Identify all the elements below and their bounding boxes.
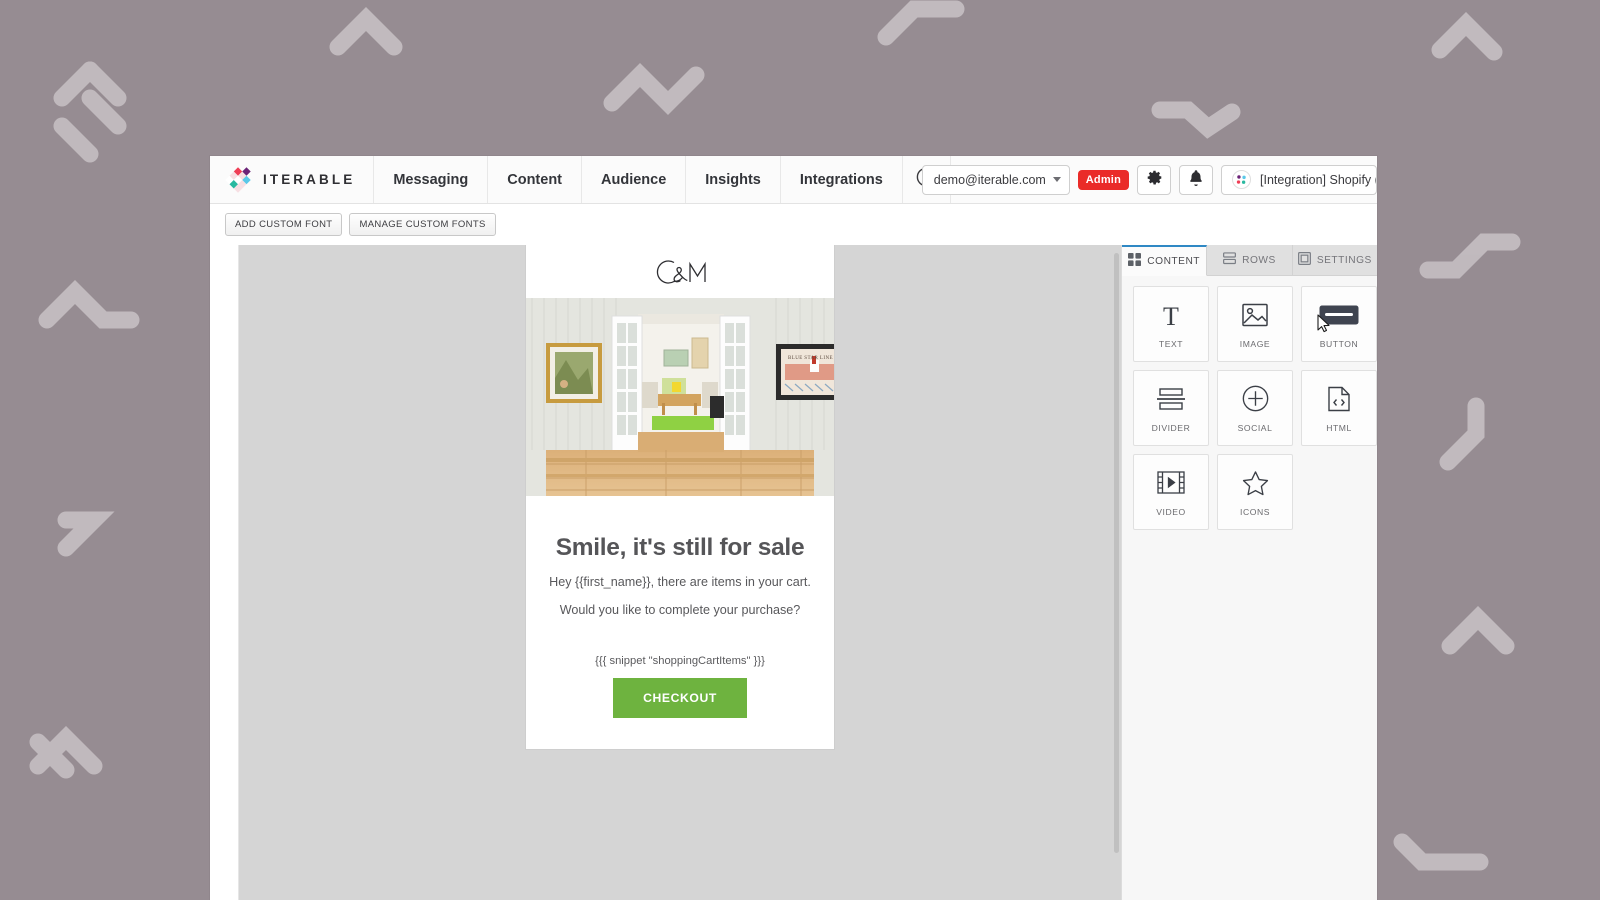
content-tile-grid: T TEXT IMAGE BUTTON DIVIDER SOCIAL HTML … bbox=[1122, 276, 1377, 530]
app-window: ITERABLE Messaging Content Audience Insi… bbox=[210, 156, 1377, 900]
tile-text[interactable]: T TEXT bbox=[1133, 286, 1209, 362]
video-film-icon bbox=[1157, 468, 1185, 498]
tile-image-label: IMAGE bbox=[1239, 338, 1271, 349]
account-select-value: demo@iterable.com bbox=[933, 172, 1046, 187]
tile-icons[interactable]: ICONS bbox=[1217, 454, 1293, 530]
iterable-diamond-logo-icon bbox=[224, 166, 252, 194]
email-paragraph-1[interactable]: Hey {{first_name}}, there are items in y… bbox=[546, 574, 814, 591]
tile-image[interactable]: IMAGE bbox=[1217, 286, 1293, 362]
left-rail bbox=[210, 245, 238, 900]
project-label: [Integration] Shopify (C bbox=[1260, 172, 1377, 187]
header-right-cluster: demo@iterable.com Admin [Integration] Sh… bbox=[921, 156, 1377, 203]
settings-square-icon bbox=[1297, 252, 1311, 268]
svg-text:BLUE STAR LINE: BLUE STAR LINE bbox=[788, 356, 833, 361]
tab-content[interactable]: CONTENT bbox=[1122, 245, 1208, 276]
panel-tab-bar: CONTENT ROWS SETTINGS bbox=[1122, 245, 1377, 276]
gear-icon bbox=[1146, 169, 1163, 191]
tab-content-label: CONTENT bbox=[1147, 255, 1201, 267]
tile-divider-label: DIVIDER bbox=[1151, 422, 1191, 433]
code-file-icon bbox=[1328, 384, 1350, 414]
email-canvas: BLUE STAR LINE Smile, it's still for sal… bbox=[238, 245, 1121, 900]
tile-button-label: BUTTON bbox=[1319, 338, 1359, 349]
manage-custom-fonts-button[interactable]: MANAGE CUSTOM FONTS bbox=[349, 213, 496, 236]
grid-icon bbox=[1128, 253, 1142, 269]
admin-badge[interactable]: Admin bbox=[1077, 169, 1129, 190]
nav-item-content[interactable]: Content bbox=[488, 156, 583, 203]
iterable-project-icon bbox=[1232, 170, 1251, 189]
cm-monogram-icon bbox=[656, 259, 706, 284]
tile-button[interactable]: BUTTON bbox=[1301, 286, 1377, 362]
tile-video-label: VIDEO bbox=[1156, 506, 1186, 517]
email-text-block: Smile, it's still for sale Hey {{first_n… bbox=[526, 496, 834, 718]
nav-item-audience[interactable]: Audience bbox=[582, 156, 687, 203]
tile-icons-label: ICONS bbox=[1240, 506, 1270, 517]
editor-body: BLUE STAR LINE Smile, it's still for sal… bbox=[210, 245, 1377, 900]
notifications-button[interactable] bbox=[1179, 164, 1213, 195]
divider-icon bbox=[1157, 384, 1185, 414]
content-panel: CONTENT ROWS SETTINGS T TEXT IMAGE BUTTO… bbox=[1121, 245, 1377, 900]
tab-rows-label: ROWS bbox=[1242, 254, 1276, 266]
mouse-pointer-icon bbox=[1317, 314, 1331, 338]
tab-settings-label: SETTINGS bbox=[1316, 254, 1372, 266]
checkout-button[interactable]: CHECKOUT bbox=[613, 678, 747, 718]
font-toolbar: ADD CUSTOM FONT MANAGE CUSTOM FONTS bbox=[210, 204, 1377, 245]
tab-rows[interactable]: ROWS bbox=[1207, 245, 1293, 276]
nav-item-insights[interactable]: Insights bbox=[686, 156, 781, 203]
plus-circle-icon bbox=[1242, 384, 1269, 414]
email-preview-card[interactable]: BLUE STAR LINE Smile, it's still for sal… bbox=[526, 245, 834, 749]
email-hero-image[interactable]: BLUE STAR LINE bbox=[526, 298, 834, 496]
text-t-icon: T bbox=[1158, 300, 1184, 330]
canvas-scrollbar[interactable] bbox=[1114, 253, 1119, 853]
nav-item-integrations[interactable]: Integrations bbox=[781, 156, 903, 203]
brand-logo[interactable]: ITERABLE bbox=[210, 156, 375, 203]
project-selector[interactable]: [Integration] Shopify (C bbox=[1221, 164, 1377, 195]
account-select[interactable]: demo@iterable.com bbox=[921, 164, 1070, 195]
tile-video[interactable]: VIDEO bbox=[1133, 454, 1209, 530]
chevron-down-icon bbox=[1052, 177, 1061, 182]
nav-item-messaging[interactable]: Messaging bbox=[374, 156, 489, 203]
tile-html[interactable]: HTML bbox=[1301, 370, 1377, 446]
top-navigation-bar: ITERABLE Messaging Content Audience Insi… bbox=[210, 156, 1377, 204]
svg-text:T: T bbox=[1163, 302, 1179, 329]
rows-icon bbox=[1223, 252, 1237, 268]
tile-social[interactable]: SOCIAL bbox=[1217, 370, 1293, 446]
star-icon bbox=[1242, 468, 1269, 498]
tile-html-label: HTML bbox=[1326, 422, 1352, 433]
email-paragraph-2[interactable]: Would you like to complete your purchase… bbox=[546, 602, 814, 619]
settings-button[interactable] bbox=[1137, 164, 1171, 195]
tab-settings[interactable]: SETTINGS bbox=[1292, 245, 1377, 276]
email-snippet-token[interactable]: {{{ snippet "shoppingCartItems" }}} bbox=[546, 655, 814, 667]
email-headline[interactable]: Smile, it's still for sale bbox=[546, 534, 814, 562]
bell-icon bbox=[1188, 169, 1204, 191]
tile-divider[interactable]: DIVIDER bbox=[1133, 370, 1209, 446]
brand-wordmark: ITERABLE bbox=[263, 172, 356, 187]
tile-social-label: SOCIAL bbox=[1237, 422, 1273, 433]
tile-text-label: TEXT bbox=[1158, 338, 1184, 349]
image-icon bbox=[1242, 300, 1268, 330]
add-custom-font-button[interactable]: ADD CUSTOM FONT bbox=[225, 213, 343, 236]
email-logo-block[interactable] bbox=[526, 245, 834, 298]
